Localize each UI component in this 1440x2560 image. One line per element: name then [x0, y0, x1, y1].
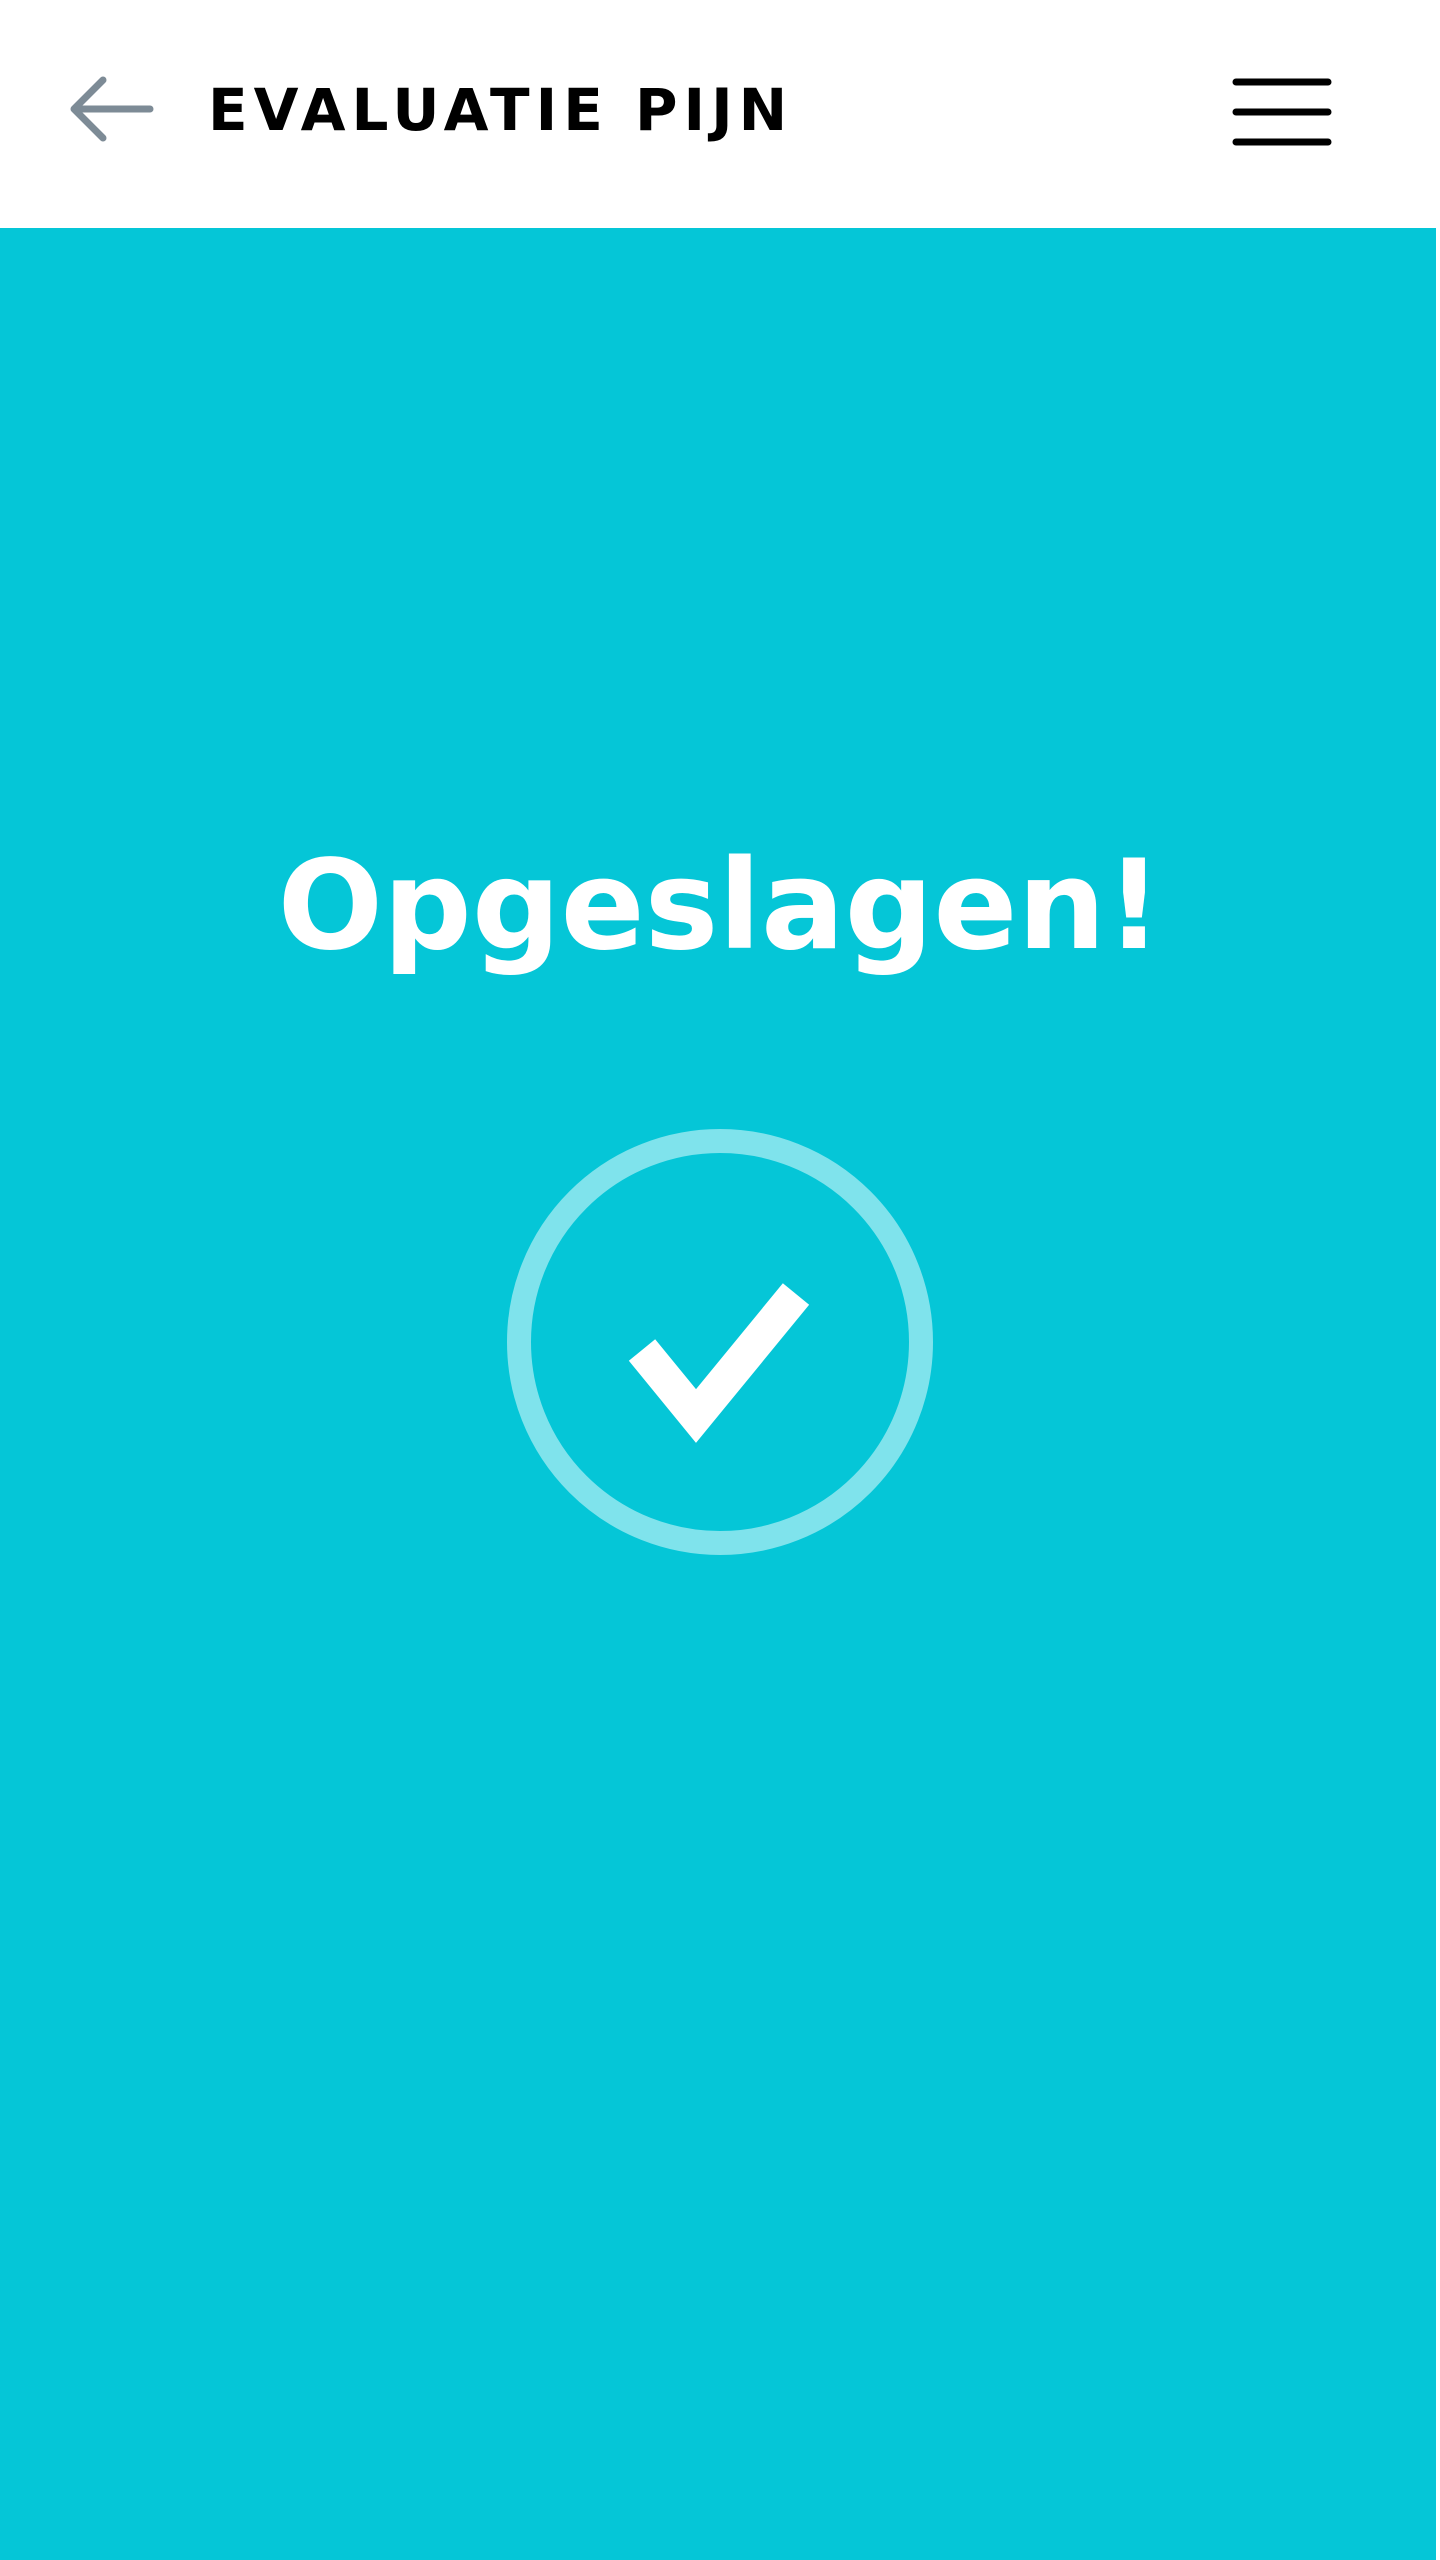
saved-message: Opgeslagen!: [277, 834, 1163, 978]
success-badge: [506, 1128, 934, 1556]
app-header: EVALUATIE PIJN: [0, 0, 1440, 228]
page-title: EVALUATIE PIJN: [208, 76, 794, 144]
checkmark-circle-icon: [507, 1129, 933, 1555]
arrow-left-icon: [70, 76, 154, 142]
confirmation-panel: Opgeslagen!: [0, 228, 1440, 2560]
menu-button[interactable]: [1222, 70, 1334, 154]
hamburger-menu-icon: [1232, 78, 1332, 146]
page: EVALUATIE PIJN Opgeslagen!: [0, 0, 1440, 2560]
back-button[interactable]: [60, 70, 160, 150]
